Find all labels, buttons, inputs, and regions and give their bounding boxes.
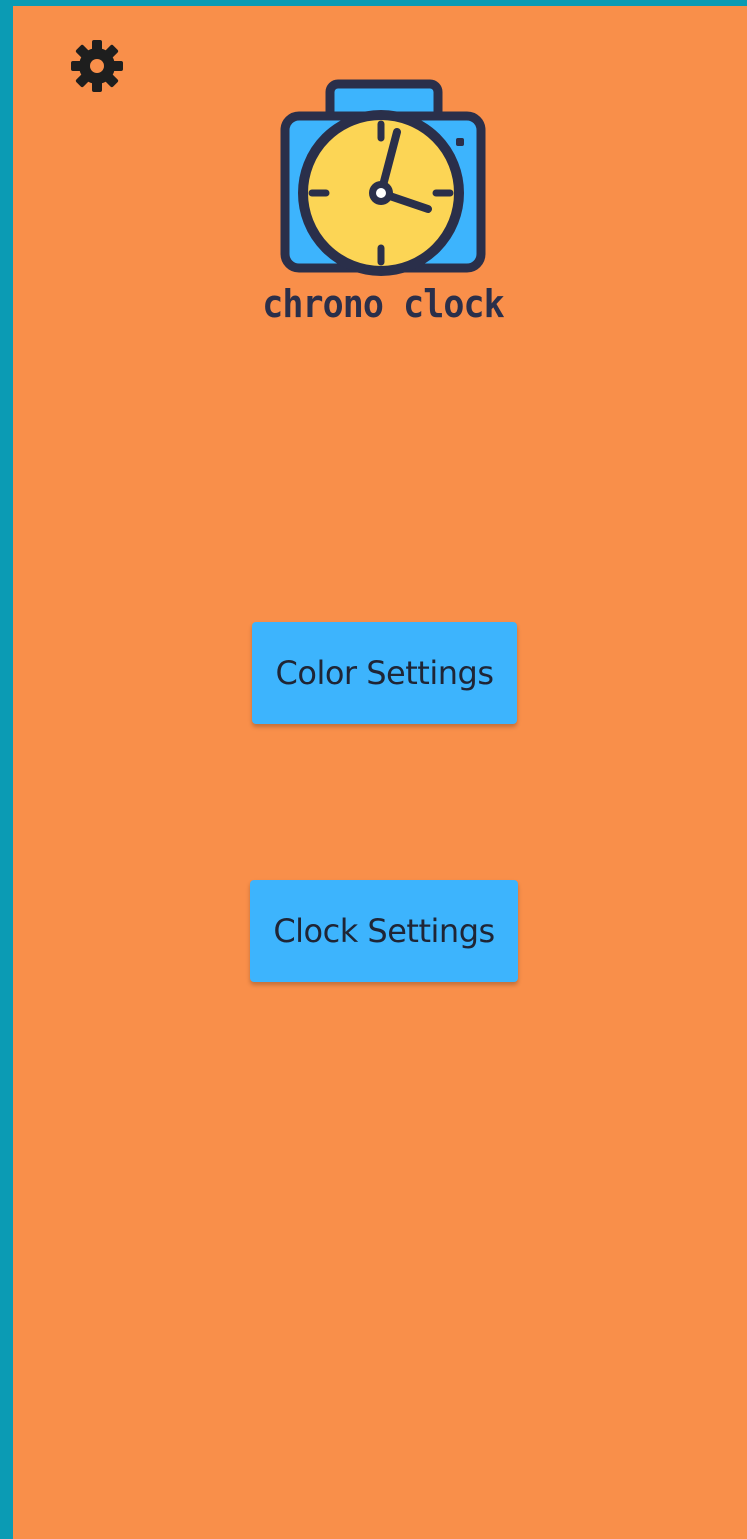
app-logo: chrono clock: [210, 44, 556, 384]
app-screen: chrono clock Color Settings Clock Settin…: [0, 0, 747, 1539]
color-settings-button[interactable]: Color Settings: [252, 622, 517, 724]
clock-settings-button[interactable]: Clock Settings: [250, 880, 518, 982]
camera-clock-icon: [280, 79, 486, 276]
logo-text: chrono clock: [262, 282, 504, 326]
gear-icon[interactable]: [67, 36, 127, 96]
